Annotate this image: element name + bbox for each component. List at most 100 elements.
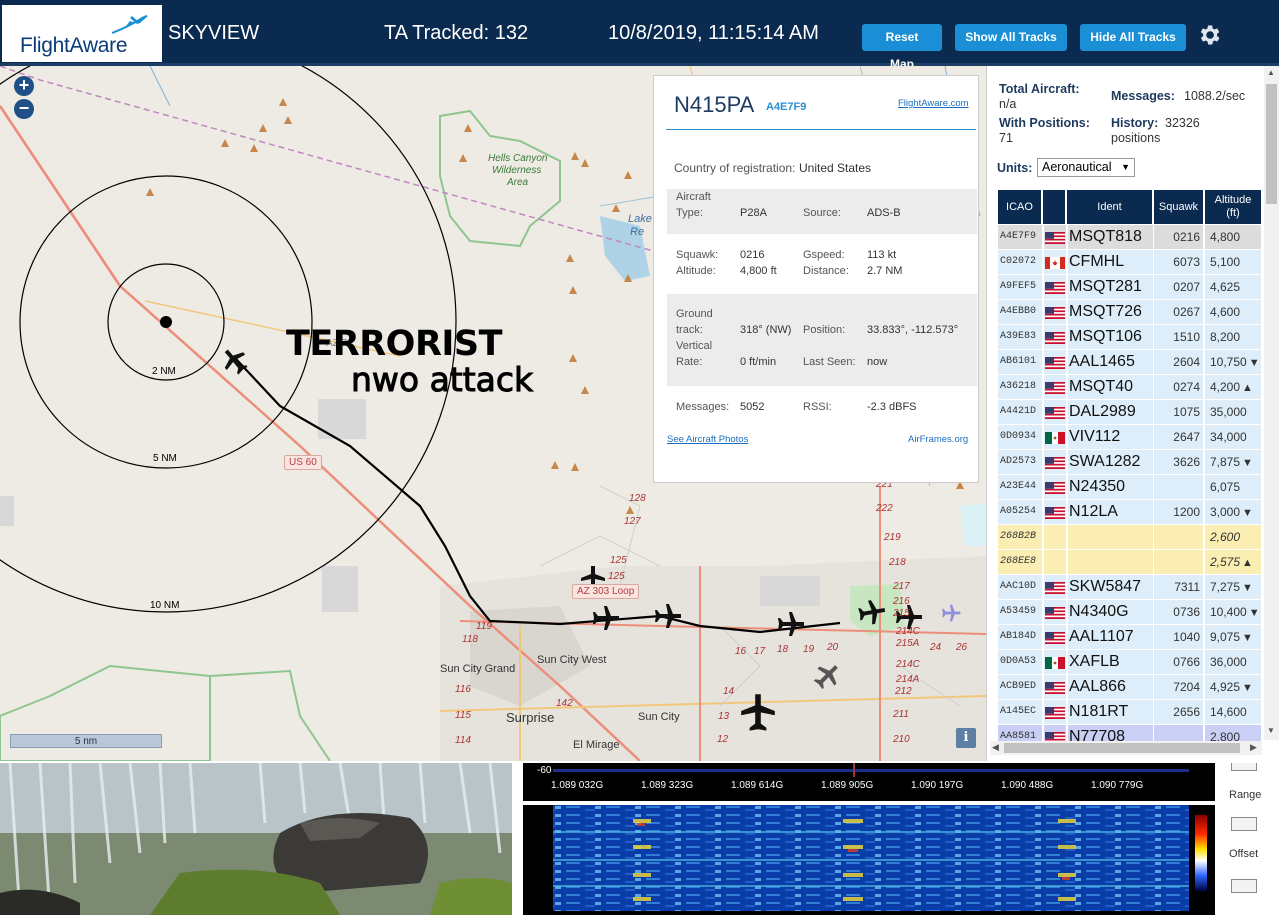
messages-rate-label: Messages: [1111, 89, 1175, 103]
column-header-icao[interactable]: ICAO [998, 190, 1041, 224]
table-row[interactable]: A23E44 N24350 6,075 [998, 475, 1261, 500]
us-flag-icon [1045, 457, 1065, 469]
column-header-squawk[interactable]: Squawk [1154, 190, 1203, 224]
altitude-trend-icon: ▼ [1242, 507, 1253, 519]
table-row[interactable]: 268EE8 2,575 ▲ [998, 550, 1261, 575]
messages-label: Messages: [676, 401, 730, 413]
icao-cell: 268B2B [998, 525, 1042, 549]
panel-vertical-scrollbar[interactable]: ▲ ▼ [1264, 66, 1279, 740]
altitude-value: 4,600 [1210, 305, 1241, 319]
altitude-cell: 34,000 [1205, 425, 1261, 449]
altitude-trend-icon: ▼ [1242, 632, 1253, 644]
mile-marker: 125 [610, 555, 627, 566]
table-row[interactable]: A05254 N12LA 1200 3,000 ▼ [998, 500, 1261, 525]
flightaware-logo[interactable]: FlightAware [2, 5, 162, 62]
altitude-value: 14,600 [1210, 705, 1247, 719]
waterfall-image [0, 763, 512, 915]
waterfall-photo [0, 763, 512, 915]
logo-text: FlightAware [20, 34, 128, 57]
ident-cell: CFMHL [1068, 250, 1153, 274]
table-row[interactable]: AB184D AAL1107 1040 9,075 ▼ [998, 625, 1261, 650]
overlay-text-line1: TERRORIST [286, 324, 503, 364]
table-row[interactable]: ACB9ED AAL866 7204 4,925 ▼ [998, 675, 1261, 700]
map-label-el-mirage: El Mirage [573, 739, 620, 751]
table-row[interactable]: AAC10D SKW5847 7311 7,275 ▼ [998, 575, 1261, 600]
table-row[interactable]: C02072 CFMHL 6073 5,100 [998, 250, 1261, 275]
position-value: 33.833°, -112.573° [867, 324, 959, 336]
column-header-flag[interactable] [1043, 190, 1065, 224]
airframes-link[interactable]: AirFrames.org [908, 434, 968, 445]
gear-icon[interactable] [1196, 22, 1222, 48]
squawk-cell: 2656 [1154, 700, 1203, 724]
squawk-cell: 7204 [1154, 675, 1203, 699]
table-row[interactable]: A4EBB0 MSQT726 0267 4,600 [998, 300, 1261, 325]
canada-flag-icon [1045, 257, 1065, 269]
table-row[interactable]: A4421D DAL2989 1075 35,000 [998, 400, 1261, 425]
freq-tick-label: 1.089 032G [551, 780, 604, 791]
icao-cell: A9FEF5 [998, 275, 1042, 299]
squawk-cell: 1040 [1154, 625, 1203, 649]
ident-cell: MSQT818 [1068, 225, 1153, 249]
us-flag-icon [1045, 707, 1065, 719]
mile-marker: 214C [896, 659, 920, 670]
table-row[interactable]: A9FEF5 MSQT281 0207 4,625 [998, 275, 1261, 300]
zoom-in-button[interactable]: + [14, 76, 34, 96]
range-slider-handle[interactable] [1231, 817, 1257, 831]
ring-label-10nm: 10 NM [150, 600, 180, 611]
column-header-ident[interactable]: Ident [1067, 190, 1152, 224]
icao-cell: 0D0934 [998, 425, 1042, 449]
flightaware-link[interactable]: FlightAware.com [898, 98, 969, 109]
scroll-down-icon[interactable]: ▼ [1267, 726, 1275, 735]
mile-marker: 214C [896, 626, 920, 637]
ident-cell: N4340G [1068, 600, 1153, 624]
table-row[interactable]: 268B2B 2,600 [998, 525, 1261, 550]
flag-cell [1044, 425, 1066, 449]
selected-aircraft-icao: A4E7F9 [766, 101, 807, 113]
table-row[interactable]: A145EC N181RT 2656 14,600 [998, 700, 1261, 725]
with-positions-label: With Positions: [999, 116, 1090, 130]
altitude-value: 2,600 [1210, 530, 1241, 544]
altitude-value: 8,200 [1210, 330, 1241, 344]
altitude-value: 10,750 [1210, 355, 1247, 369]
altitude-value: 4,925 [1210, 680, 1241, 694]
scroll-up-icon[interactable]: ▲ [1267, 68, 1275, 77]
table-row[interactable]: 0D0934 VIV112 2647 34,000 [998, 425, 1261, 450]
table-row[interactable]: A36218 MSQT40 0274 4,200 ▲ [998, 375, 1261, 400]
mile-marker: 20 [827, 642, 839, 653]
table-row[interactable]: AB6101 AAL1465 2604 10,750 ▼ [998, 350, 1261, 375]
aircraft-photos-link[interactable]: See Aircraft Photos [667, 434, 748, 445]
mile-marker: 216 [893, 596, 910, 607]
hide-all-tracks-button[interactable]: Hide All Tracks [1080, 24, 1186, 51]
reset-map-button[interactable]: Reset Map [862, 24, 942, 71]
with-positions-value: 71 [999, 131, 1013, 145]
table-row[interactable]: 0D0A53 XAFLB 0766 36,000 [998, 650, 1261, 675]
panel-horizontal-scrollbar[interactable]: ◀ ▶ [990, 741, 1262, 755]
scrollbar-thumb[interactable] [1266, 84, 1277, 204]
table-row[interactable]: AD2573 SWA1282 3626 7,875 ▼ [998, 450, 1261, 475]
altitude-cell: 10,750 ▼ [1205, 350, 1261, 374]
slider-handle[interactable] [1231, 763, 1257, 771]
zoom-out-button[interactable]: − [14, 99, 34, 119]
table-row[interactable]: A53459 N4340G 0736 10,400 ▼ [998, 600, 1261, 625]
icao-cell: A36218 [998, 375, 1042, 399]
ident-cell: AAL1107 [1068, 625, 1153, 649]
scrollbar-thumb[interactable] [1004, 743, 1240, 753]
scroll-left-icon[interactable]: ◀ [992, 742, 999, 753]
source-value: ADS-B [867, 207, 901, 219]
map-label-area: Area [507, 177, 529, 188]
scroll-right-icon[interactable]: ▶ [1250, 742, 1257, 753]
mile-marker: 14 [723, 686, 735, 697]
icao-cell: 268EE8 [998, 550, 1042, 574]
show-all-tracks-button[interactable]: Show All Tracks [955, 24, 1067, 51]
map-info-button[interactable]: i [956, 728, 976, 748]
table-row[interactable]: A4E7F9 MSQT818 0216 4,800 [998, 225, 1261, 250]
altitude-cell: 6,075 [1205, 475, 1261, 499]
table-row[interactable]: A39E83 MSQT106 1510 8,200 [998, 325, 1261, 350]
mile-marker: 222 [876, 503, 893, 514]
us-flag-icon [1045, 357, 1065, 369]
column-header-altitude[interactable]: Altitude (ft) [1205, 190, 1261, 224]
offset-slider-handle[interactable] [1231, 879, 1257, 893]
units-select[interactable]: Aeronautical ▼ [1037, 158, 1135, 177]
mile-marker: 128 [629, 493, 646, 504]
squawk-cell [1154, 525, 1203, 549]
